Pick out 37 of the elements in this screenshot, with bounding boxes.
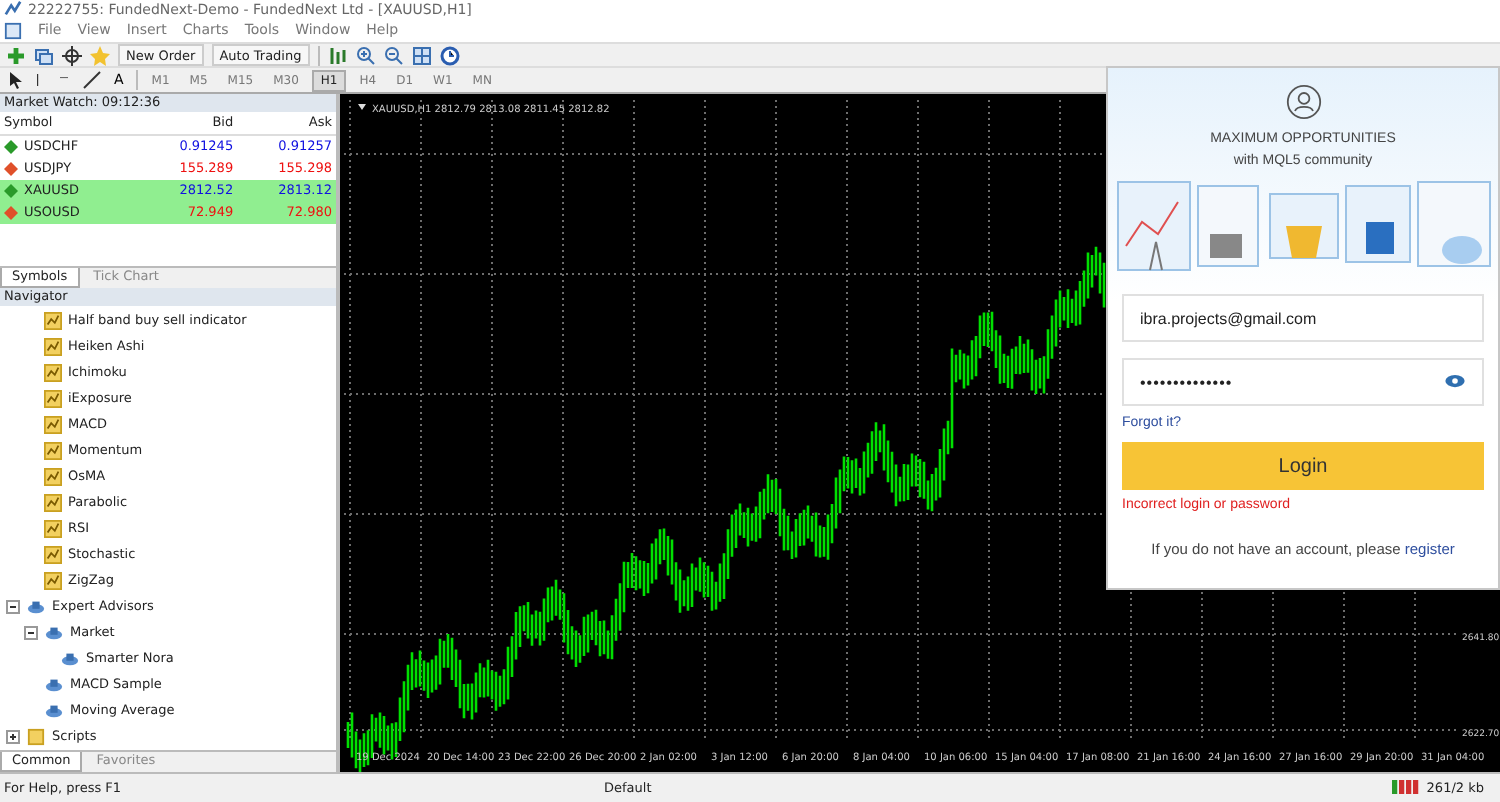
indicator-icon xyxy=(44,493,62,512)
bar-chart-icon[interactable] xyxy=(327,45,348,66)
indicator-icon xyxy=(44,415,62,434)
cursor-icon[interactable] xyxy=(6,70,26,91)
zoom-out-icon[interactable] xyxy=(383,45,404,66)
hat-icon xyxy=(26,597,46,616)
crosshair-icon[interactable] xyxy=(62,45,82,66)
indicator-icon xyxy=(44,311,62,330)
login-button[interactable]: Login xyxy=(1122,442,1484,490)
indicator-icon xyxy=(44,571,62,590)
expander-icon[interactable] xyxy=(6,729,20,744)
indicator-icon xyxy=(44,389,62,408)
password-field[interactable]: •••••••••••••• xyxy=(1122,358,1484,406)
indicator-icon xyxy=(44,337,62,356)
zoom-in-icon[interactable] xyxy=(355,45,376,66)
hat-icon xyxy=(44,623,64,642)
connection-bars-icon xyxy=(1392,780,1421,795)
indicator-icon xyxy=(44,545,62,564)
email-field[interactable]: ibra.projects@gmail.com xyxy=(1122,294,1484,342)
hat-icon xyxy=(44,675,64,694)
expander-icon[interactable] xyxy=(6,599,20,614)
star-icon[interactable] xyxy=(90,45,110,66)
indicator-icon xyxy=(44,519,62,538)
grid-icon[interactable] xyxy=(411,45,432,66)
windows-icon[interactable] xyxy=(34,45,54,66)
expander-icon[interactable] xyxy=(24,625,38,640)
indicator-icon xyxy=(44,363,62,382)
clock-icon[interactable] xyxy=(439,45,460,66)
dropdown-triangle-icon xyxy=(358,103,366,110)
trendline-icon[interactable] xyxy=(82,70,102,91)
indicator-icon xyxy=(44,441,62,460)
indicator-icon xyxy=(44,467,62,486)
eye-icon[interactable] xyxy=(1444,374,1466,388)
hat-icon xyxy=(44,701,64,720)
user-icon xyxy=(1285,84,1321,120)
app-logo-icon xyxy=(4,0,22,19)
hat-icon xyxy=(60,649,80,668)
